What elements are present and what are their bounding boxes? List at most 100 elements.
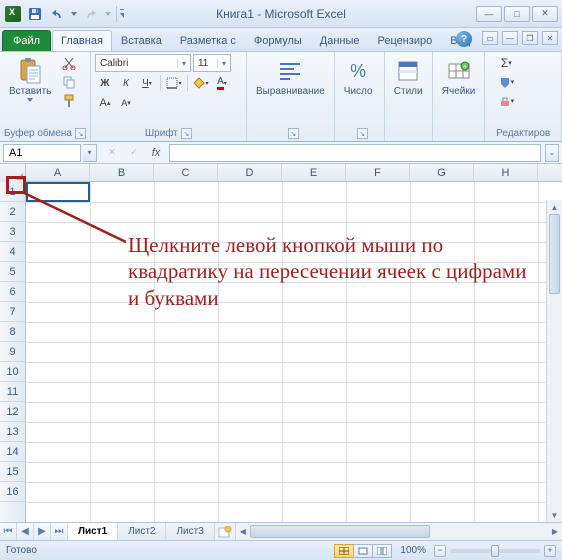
doc-restore-button[interactable]: ❐ <box>522 31 538 45</box>
row-header[interactable]: 10 <box>0 362 25 382</box>
sheet-nav-prev[interactable]: ◀ <box>17 523 34 540</box>
page-layout-view-button[interactable] <box>353 544 373 558</box>
row-header[interactable]: 13 <box>0 422 25 442</box>
scroll-right-icon[interactable]: ▶ <box>548 523 562 540</box>
app-icon[interactable] <box>4 5 22 23</box>
number-format-button[interactable]: % Число <box>339 54 378 100</box>
sheet-tab[interactable]: Лист3 <box>166 523 214 540</box>
tab-home[interactable]: Главная <box>52 30 112 51</box>
name-box-dropdown[interactable]: ▾ <box>83 144 97 162</box>
col-header[interactable]: G <box>410 164 474 181</box>
zoom-in-button[interactable]: + <box>544 545 556 557</box>
help-icon[interactable]: ? <box>456 31 472 47</box>
expand-formula-bar[interactable]: ⌄ <box>545 144 559 162</box>
row-header[interactable]: 12 <box>0 402 25 422</box>
number-launcher[interactable]: ↘ <box>357 128 368 139</box>
qat-customize[interactable] <box>116 6 124 22</box>
cancel-formula-icon[interactable]: ✕ <box>103 144 121 162</box>
grow-font-button[interactable]: A▴ <box>95 94 115 112</box>
underline-button[interactable]: Ч▾ <box>137 74 157 92</box>
undo-button[interactable] <box>48 5 66 23</box>
row-header[interactable]: 3 <box>0 222 25 242</box>
col-header[interactable]: D <box>218 164 282 181</box>
row-header[interactable]: 4 <box>0 242 25 262</box>
font-name-combo[interactable]: Calibri▾ <box>95 54 191 72</box>
border-button[interactable]: ▾ <box>164 74 184 92</box>
zoom-slider[interactable] <box>450 549 540 553</box>
ribbon-minimize-button[interactable]: ▭ <box>482 31 498 45</box>
scroll-up-icon[interactable]: ▲ <box>547 200 562 214</box>
zoom-value[interactable]: 100% <box>400 545 426 556</box>
row-header[interactable]: 9 <box>0 342 25 362</box>
row-header[interactable]: 11 <box>0 382 25 402</box>
tab-formulas[interactable]: Формулы <box>245 30 311 51</box>
insert-function-button[interactable]: fx <box>147 144 165 162</box>
copy-button[interactable] <box>59 73 79 91</box>
normal-view-button[interactable] <box>334 544 354 558</box>
file-tab[interactable]: Файл <box>2 30 51 51</box>
fill-button[interactable]: ▾ <box>489 73 523 91</box>
scroll-left-icon[interactable]: ◀ <box>236 523 250 540</box>
row-header[interactable]: 8 <box>0 322 25 342</box>
font-color-button[interactable]: A▾ <box>212 74 232 92</box>
save-button[interactable] <box>26 5 44 23</box>
row-header[interactable]: 7 <box>0 302 25 322</box>
row-header[interactable]: 5 <box>0 262 25 282</box>
cells-area[interactable] <box>26 182 562 522</box>
col-header[interactable]: H <box>474 164 538 181</box>
sheet-nav-first[interactable]: ⏮ <box>0 523 17 540</box>
row-header[interactable]: 16 <box>0 482 25 502</box>
styles-button[interactable]: Стили <box>389 54 428 100</box>
font-size-combo[interactable]: 11▾ <box>193 54 231 72</box>
bold-button[interactable]: Ж <box>95 74 115 92</box>
col-header[interactable]: B <box>90 164 154 181</box>
tab-insert[interactable]: Вставка <box>112 30 171 51</box>
maximize-button[interactable]: □ <box>504 6 530 22</box>
format-painter-button[interactable] <box>59 92 79 110</box>
col-header[interactable]: E <box>282 164 346 181</box>
redo-dropdown[interactable] <box>104 6 112 22</box>
tab-data[interactable]: Данные <box>311 30 369 51</box>
row-header[interactable]: 15 <box>0 462 25 482</box>
paste-button[interactable]: Вставить <box>4 54 56 105</box>
undo-dropdown[interactable] <box>70 6 78 22</box>
scroll-down-icon[interactable]: ▼ <box>547 508 562 522</box>
zoom-out-button[interactable]: − <box>434 545 446 557</box>
row-header[interactable]: 14 <box>0 442 25 462</box>
clear-button[interactable]: ▾ <box>489 92 523 110</box>
cells-button[interactable]: + Ячейки <box>437 54 481 100</box>
row-header[interactable]: 6 <box>0 282 25 302</box>
new-sheet-button[interactable] <box>215 523 235 540</box>
alignment-launcher[interactable]: ↘ <box>288 128 299 139</box>
col-header[interactable]: C <box>154 164 218 181</box>
italic-button[interactable]: К <box>116 74 136 92</box>
clipboard-launcher[interactable]: ↘ <box>75 128 86 139</box>
tab-review[interactable]: Рецензиро <box>369 30 442 51</box>
close-button[interactable]: ✕ <box>532 6 558 22</box>
font-launcher[interactable]: ↘ <box>181 128 192 139</box>
sheet-tab[interactable]: Лист1 <box>68 523 118 540</box>
name-box[interactable]: A1 <box>3 144 81 162</box>
minimize-button[interactable]: — <box>476 6 502 22</box>
doc-minimize-button[interactable]: — <box>502 31 518 45</box>
col-header[interactable]: A <box>26 164 90 181</box>
col-header[interactable]: F <box>346 164 410 181</box>
alignment-button[interactable]: Выравнивание <box>251 54 330 100</box>
cut-button[interactable] <box>59 54 79 72</box>
enter-formula-icon[interactable]: ✓ <box>125 144 143 162</box>
sheet-nav-next[interactable]: ▶ <box>34 523 51 540</box>
doc-close-button[interactable]: ✕ <box>542 31 558 45</box>
tab-pagelayout[interactable]: Разметка с <box>171 30 245 51</box>
horizontal-scrollbar[interactable]: ◀ ▶ <box>235 523 562 540</box>
fill-color-button[interactable]: ▾ <box>191 74 211 92</box>
vscroll-thumb[interactable] <box>549 214 560 294</box>
autosum-button[interactable]: Σ▾ <box>489 54 523 72</box>
zoom-thumb[interactable] <box>491 545 499 557</box>
row-header[interactable]: 1 <box>0 182 25 202</box>
row-header[interactable]: 2 <box>0 202 25 222</box>
formula-input[interactable] <box>169 144 541 162</box>
select-all-button[interactable] <box>0 164 26 182</box>
redo-button[interactable] <box>82 5 100 23</box>
sheet-nav-last[interactable]: ⏭ <box>51 523 68 540</box>
page-break-view-button[interactable] <box>372 544 392 558</box>
